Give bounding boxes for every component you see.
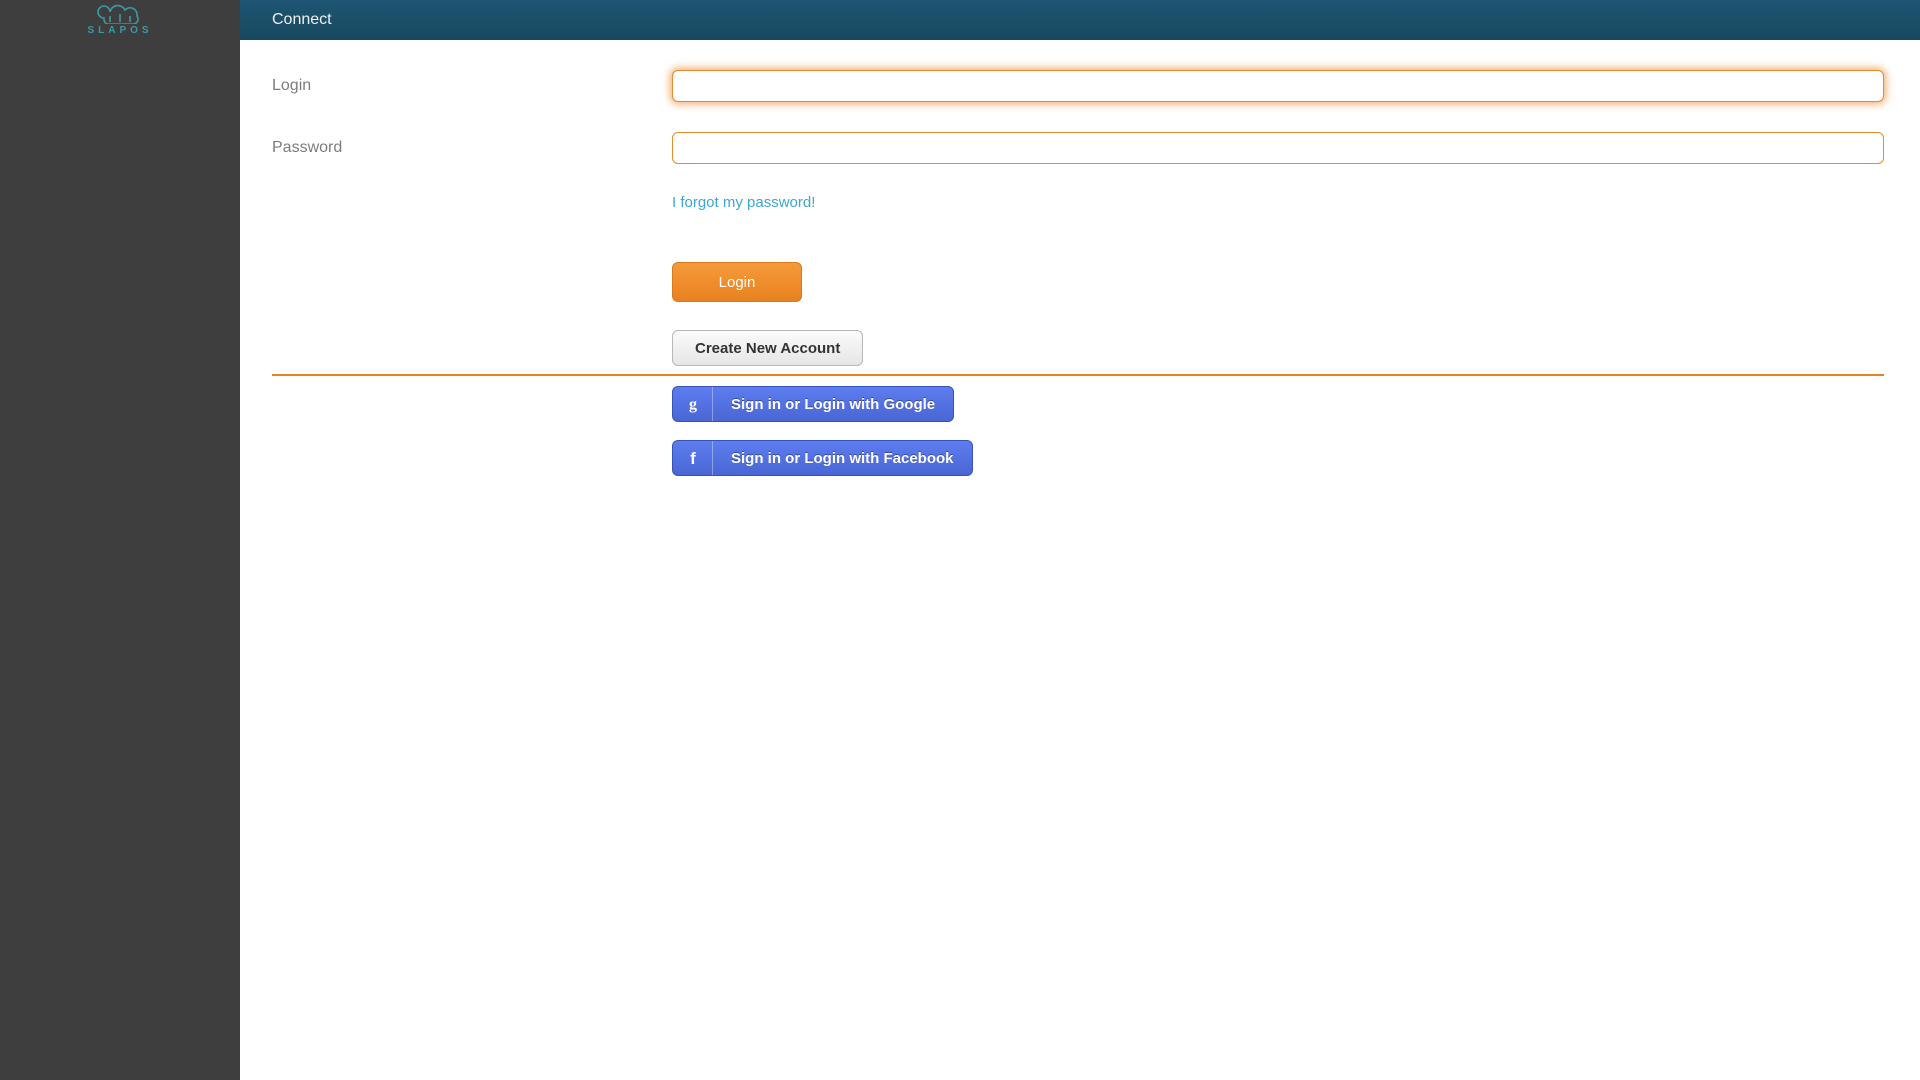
google-icon: g xyxy=(673,387,713,421)
cloud-icon xyxy=(87,2,152,24)
divider xyxy=(272,374,1884,376)
top-bar: Connect xyxy=(240,0,1920,40)
login-row: Login xyxy=(272,70,1888,102)
login-input[interactable] xyxy=(672,70,1884,102)
password-label: Password xyxy=(272,139,672,157)
page-title: Connect xyxy=(272,11,332,29)
password-input[interactable] xyxy=(672,132,1884,164)
forgot-password-link[interactable]: I forgot my password! xyxy=(672,194,815,211)
main: Connect Login Password I forgot my passw… xyxy=(240,0,1920,1080)
svg-text:f: f xyxy=(690,449,696,467)
facebook-login-button[interactable]: f Sign in or Login with Facebook xyxy=(672,440,973,476)
google-login-label: Sign in or Login with Google xyxy=(713,387,953,421)
sidebar: SLAPOS xyxy=(0,0,240,1080)
create-account-button[interactable]: Create New Account xyxy=(672,330,863,366)
google-login-button[interactable]: g Sign in or Login with Google xyxy=(672,386,954,422)
login-label: Login xyxy=(272,77,672,95)
svg-text:g: g xyxy=(689,396,697,413)
logo[interactable]: SLAPOS xyxy=(0,0,240,36)
facebook-icon: f xyxy=(673,441,713,475)
password-row: Password xyxy=(272,132,1888,164)
login-button[interactable]: Login xyxy=(672,262,802,302)
logo-text: SLAPOS xyxy=(87,25,152,36)
facebook-login-label: Sign in or Login with Facebook xyxy=(713,441,972,475)
login-form: Login Password I forgot my password! Log… xyxy=(240,40,1920,494)
